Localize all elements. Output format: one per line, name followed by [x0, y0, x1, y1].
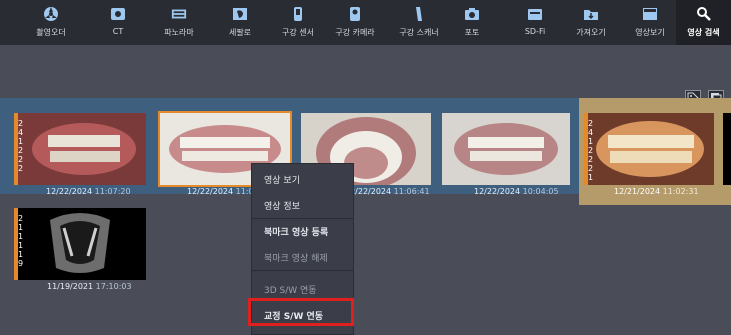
- ct-scan-image: [14, 208, 146, 280]
- toolbar-item-panorama[interactable]: 파노라마: [151, 0, 207, 45]
- toolbar-label: 구강 스캐너: [399, 28, 439, 37]
- image-thumbnail[interactable]: 211 119: [14, 208, 146, 280]
- toolbar-label: 촬영오더: [36, 28, 66, 37]
- intraoral-camera-icon: [347, 7, 363, 21]
- toolbar-item-import[interactable]: 가져오기: [567, 0, 615, 45]
- toolbar-item-image-search[interactable]: 영상 검색: [676, 0, 731, 45]
- toolbar-item-cephalo[interactable]: 세팔로: [220, 0, 260, 45]
- image-viewer-icon: [642, 7, 658, 21]
- toolbar-item-intraoral-camera[interactable]: 구강 카메라: [329, 0, 381, 45]
- menu-item-view-image[interactable]: 영상 보기: [252, 168, 353, 190]
- menu-item-bookmark-add[interactable]: 북마크 영상 등록: [252, 220, 353, 242]
- intraoral-scanner-icon: [411, 7, 427, 21]
- top-toolbar: 촬영오더 CT 파노라마 세팔로 구강 센서 구강 카메라 구강 스캐너 포토 …: [0, 0, 731, 45]
- menu-divider: [252, 270, 353, 271]
- cephalo-icon: [232, 7, 248, 21]
- toolbar-label: 영상보기: [635, 28, 665, 37]
- radiation-icon: [43, 7, 59, 21]
- image-thumbnail-selected[interactable]: 241 222 1: [584, 113, 714, 185]
- thumbnail-datetime: 12/22/2024 11:07:20: [46, 187, 131, 196]
- menu-item-3d-sw-link[interactable]: 3D S/W 연동: [252, 278, 353, 300]
- toolbar-item-intraoral-sensor[interactable]: 구강 센서: [276, 0, 320, 45]
- toolbar-label: CT: [112, 27, 124, 36]
- intraoral-photo-image: [584, 113, 714, 185]
- thumbnail-datetime: 12/21/2024 11:02:31: [614, 187, 699, 196]
- toolbar-label: 구강 센서: [282, 28, 314, 37]
- photo-icon: [464, 7, 480, 21]
- toolbar-label: 영상 검색: [687, 28, 720, 37]
- menu-item-bookmark-remove[interactable]: 북마크 영상 해제: [252, 246, 353, 268]
- toolbar-item-image-viewer[interactable]: 영상보기: [626, 0, 674, 45]
- toolbar-label: 포토: [464, 28, 480, 37]
- toolbar-label: 가져오기: [576, 28, 606, 37]
- tooth-numbers: 211 119: [18, 214, 24, 268]
- toolbar-label: SD-Fi: [524, 27, 546, 36]
- next-thumbnail-edge: [723, 113, 731, 185]
- toolbar-label: 파노라마: [164, 28, 194, 37]
- import-icon: [583, 7, 599, 21]
- intraoral-sensor-icon: [290, 7, 306, 21]
- sd-fi-icon: [527, 7, 543, 21]
- tooth-numbers: 241 222: [18, 119, 24, 173]
- menu-divider: [252, 218, 353, 219]
- intraoral-photo-image: [442, 113, 570, 185]
- toolbar-item-photo[interactable]: 포토: [454, 0, 490, 45]
- panorama-icon: [171, 7, 187, 21]
- search-icon: [696, 7, 712, 21]
- thumbnail-datetime: 12/22/2024 11:06:41: [345, 187, 430, 196]
- menu-item-image-info[interactable]: 영상 정보: [252, 194, 353, 216]
- thumbnail-datetime: 12/22/2024 10:04:05: [474, 187, 559, 196]
- thumbnail-datetime: 11/19/2021 17:10:03: [47, 282, 132, 291]
- image-thumbnail[interactable]: [442, 113, 570, 185]
- toolbar-item-order[interactable]: 촬영오더: [28, 0, 74, 45]
- intraoral-photo-image: [14, 113, 146, 185]
- secondary-bar: [0, 45, 731, 81]
- tooth-numbers: 241 222 1: [588, 119, 594, 182]
- toolbar-label: 구강 카메라: [335, 28, 375, 37]
- toolbar-item-intraoral-scanner[interactable]: 구강 스캐너: [393, 0, 445, 45]
- annotation-highlight-box: [248, 298, 354, 326]
- toolbar-label: 세팔로: [228, 28, 252, 37]
- ct-icon: [110, 7, 126, 21]
- image-thumbnail[interactable]: 241 222: [14, 113, 146, 185]
- toolbar-item-sd-fi[interactable]: SD-Fi: [515, 0, 555, 45]
- toolbar-item-ct[interactable]: CT: [98, 0, 138, 45]
